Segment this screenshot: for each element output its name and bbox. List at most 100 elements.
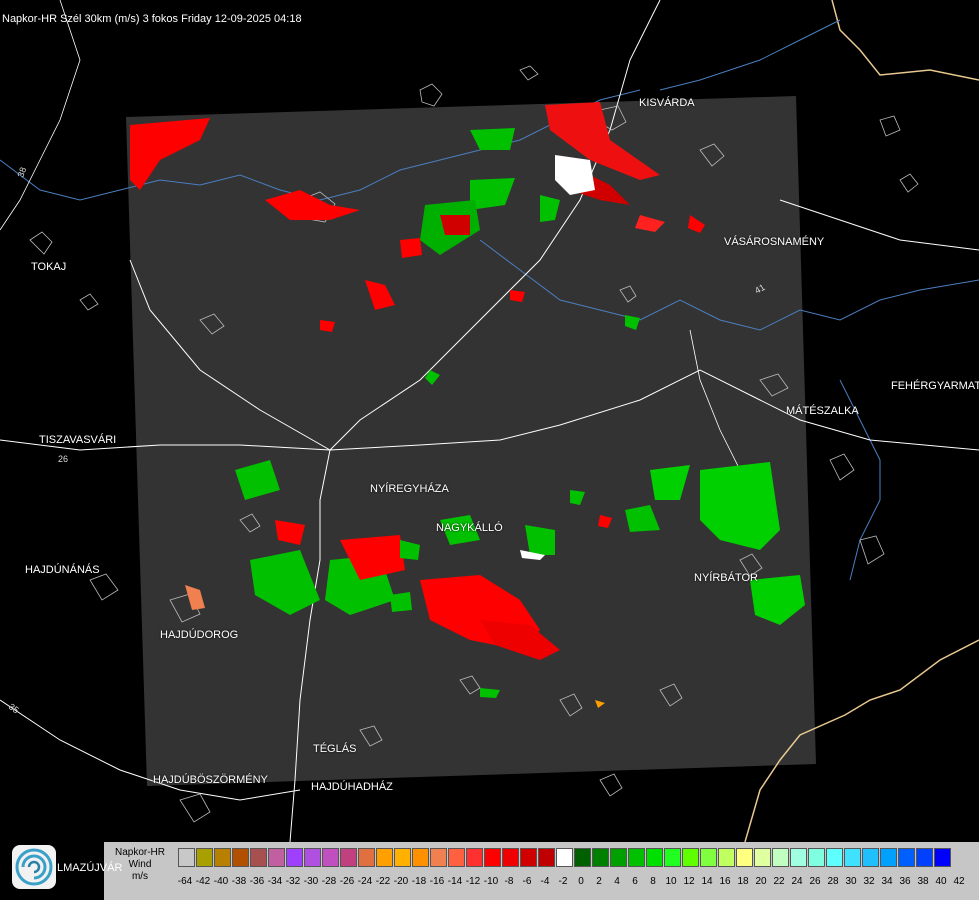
legend-tick-label: 40 <box>935 876 947 887</box>
legend-swatch <box>790 848 807 867</box>
legend-swatch <box>754 848 771 867</box>
legend-swatch <box>736 848 753 867</box>
legend-swatch <box>898 848 915 867</box>
legend-swatches <box>178 848 952 868</box>
legend-swatch <box>646 848 663 867</box>
legend-tick-label: 28 <box>827 876 839 887</box>
legend-swatch <box>322 848 339 867</box>
place-label: HAJDÚNÁNÁS <box>25 564 100 576</box>
logo <box>11 844 57 890</box>
legend-swatch <box>808 848 825 867</box>
legend-tick-label: 18 <box>737 876 749 887</box>
legend-swatch <box>196 848 213 867</box>
legend-tick-label: 38 <box>917 876 929 887</box>
legend-swatch <box>844 848 861 867</box>
legend-swatch <box>772 848 789 867</box>
legend-tick-label: 42 <box>953 876 965 887</box>
legend-swatch <box>358 848 375 867</box>
legend-swatch <box>628 848 645 867</box>
legend-swatch <box>484 848 501 867</box>
legend-tick-label: -38 <box>231 876 247 887</box>
legend-swatch <box>466 848 483 867</box>
legend-swatch <box>250 848 267 867</box>
place-label: FEHÉRGYARMAT <box>891 380 979 392</box>
road-number: 26 <box>58 454 68 464</box>
legend-tick-label: -16 <box>429 876 445 887</box>
place-label: HAJDÚHADHÁZ <box>311 781 393 793</box>
legend-swatch <box>664 848 681 867</box>
legend-swatch <box>718 848 735 867</box>
legend-swatch <box>556 848 573 867</box>
legend-swatch <box>376 848 393 867</box>
legend-tick-label: -26 <box>339 876 355 887</box>
legend-swatch <box>592 848 609 867</box>
place-label: MÁTÉSZALKA <box>786 405 859 417</box>
legend-swatch <box>520 848 537 867</box>
legend-swatch <box>934 848 951 867</box>
legend-swatch <box>502 848 519 867</box>
legend-tick-label: 34 <box>881 876 893 887</box>
legend-tick-label: -8 <box>504 876 514 887</box>
legend-swatch <box>268 848 285 867</box>
legend-swatch <box>412 848 429 867</box>
legend-tick-label: -22 <box>375 876 391 887</box>
place-label: NYÍREGYHÁZA <box>370 483 449 495</box>
legend-swatch <box>862 848 879 867</box>
place-label: HAJDÚBÖSZÖRMÉNY <box>153 774 268 786</box>
legend-tick-label: -28 <box>321 876 337 887</box>
legend-tick-label: -4 <box>540 876 550 887</box>
legend-swatch <box>394 848 411 867</box>
legend-swatch <box>304 848 321 867</box>
legend-tick-label: -2 <box>558 876 568 887</box>
legend-tick-label: 24 <box>791 876 803 887</box>
legend-line1: Napkor-HR <box>114 847 165 858</box>
legend-tick-label: 20 <box>755 876 767 887</box>
legend-tick-label: 30 <box>845 876 857 887</box>
legend-swatch <box>214 848 231 867</box>
legend-swatch <box>178 848 195 867</box>
legend-tick-label: -24 <box>357 876 373 887</box>
place-label: NYÍRBÁTOR <box>694 572 758 584</box>
legend-tick-label: 22 <box>773 876 785 887</box>
legend-tick-label: -12 <box>465 876 481 887</box>
legend-tick-label: -6 <box>522 876 532 887</box>
legend-tick-label: 6 <box>632 876 638 887</box>
legend-swatch <box>232 848 249 867</box>
legend-swatch <box>826 848 843 867</box>
legend-swatch <box>340 848 357 867</box>
legend-tick-label: -20 <box>393 876 409 887</box>
legend-swatch <box>286 848 303 867</box>
place-label: TOKAJ <box>31 261 67 273</box>
legend-tick-label: 4 <box>614 876 620 887</box>
legend-tick-label: -10 <box>483 876 499 887</box>
legend-swatch <box>610 848 627 867</box>
map-title: Napkor-HR Szél 30km (m/s) 3 fokos Friday… <box>2 13 302 25</box>
place-label: VÁSÁROSNAMÉNY <box>724 236 825 248</box>
logo-text: LMAZÚJVÁR <box>57 862 123 874</box>
legend-tick-label: 26 <box>809 876 821 887</box>
legend-swatch <box>430 848 447 867</box>
legend-tick-label: -34 <box>267 876 283 887</box>
legend-tick-label: 2 <box>596 876 602 887</box>
legend-tick-label: -14 <box>447 876 463 887</box>
legend-tick-label: 36 <box>899 876 911 887</box>
radar-map: 38 26 35 41 <box>0 0 979 842</box>
legend-tick-label: 8 <box>650 876 656 887</box>
legend-swatch <box>880 848 897 867</box>
legend-tick-label: -36 <box>249 876 265 887</box>
legend-tick-label: -32 <box>285 876 301 887</box>
legend-tick-label: 14 <box>701 876 713 887</box>
swirl-logo-icon <box>12 845 56 889</box>
legend-swatch <box>916 848 933 867</box>
legend-tick-label: -18 <box>411 876 427 887</box>
place-label: KISVÁRDA <box>639 97 695 109</box>
legend-swatch <box>700 848 717 867</box>
place-label: TÉGLÁS <box>313 743 357 755</box>
legend-swatch <box>574 848 591 867</box>
legend-tick-label: 10 <box>665 876 677 887</box>
legend-swatch <box>682 848 699 867</box>
legend-swatch <box>448 848 465 867</box>
legend-tick-label: -30 <box>303 876 319 887</box>
legend-tick-label: 32 <box>863 876 875 887</box>
legend-swatch <box>538 848 555 867</box>
